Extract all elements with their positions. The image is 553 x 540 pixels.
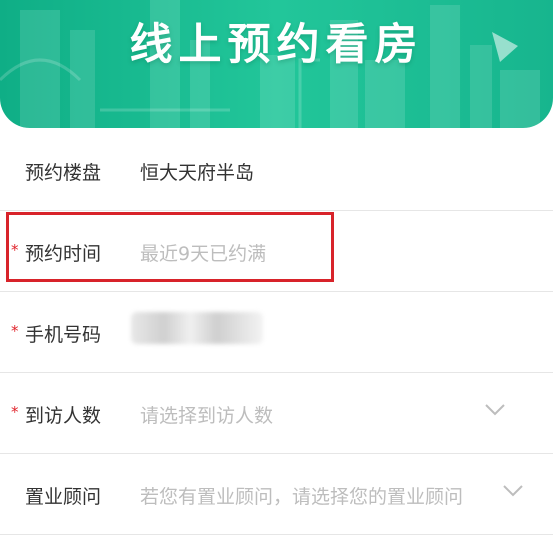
required-mark: *: [11, 403, 19, 421]
form-row-phone[interactable]: * 手机号码: [0, 292, 553, 373]
property-label: 预约楼盘: [25, 162, 102, 184]
phone-number-redacted: [131, 312, 263, 344]
form-row-property: 预约楼盘 恒大天府半岛: [0, 130, 553, 211]
visitor-count-select[interactable]: 请选择到访人数: [140, 401, 273, 428]
highlight-box: [6, 212, 334, 282]
banner-title: 线上预约看房: [129, 20, 424, 70]
form-row-visitor-count[interactable]: * 到访人数 请选择到访人数: [0, 373, 553, 454]
required-mark: *: [11, 322, 19, 340]
chevron-down-icon[interactable]: [502, 484, 524, 498]
visitor-count-label: 到访人数: [25, 405, 102, 427]
property-value: 恒大天府半岛: [140, 162, 255, 184]
phone-label: 手机号码: [25, 324, 102, 346]
header-banner: 线上预约看房: [0, 0, 553, 128]
form-row-consultant[interactable]: 置业顾问 若您有置业顾问，请选择您的置业顾问: [0, 454, 553, 535]
chevron-down-icon[interactable]: [484, 403, 506, 417]
consultant-label: 置业顾问: [25, 486, 102, 508]
consultant-select[interactable]: 若您有置业顾问，请选择您的置业顾问: [140, 482, 463, 509]
